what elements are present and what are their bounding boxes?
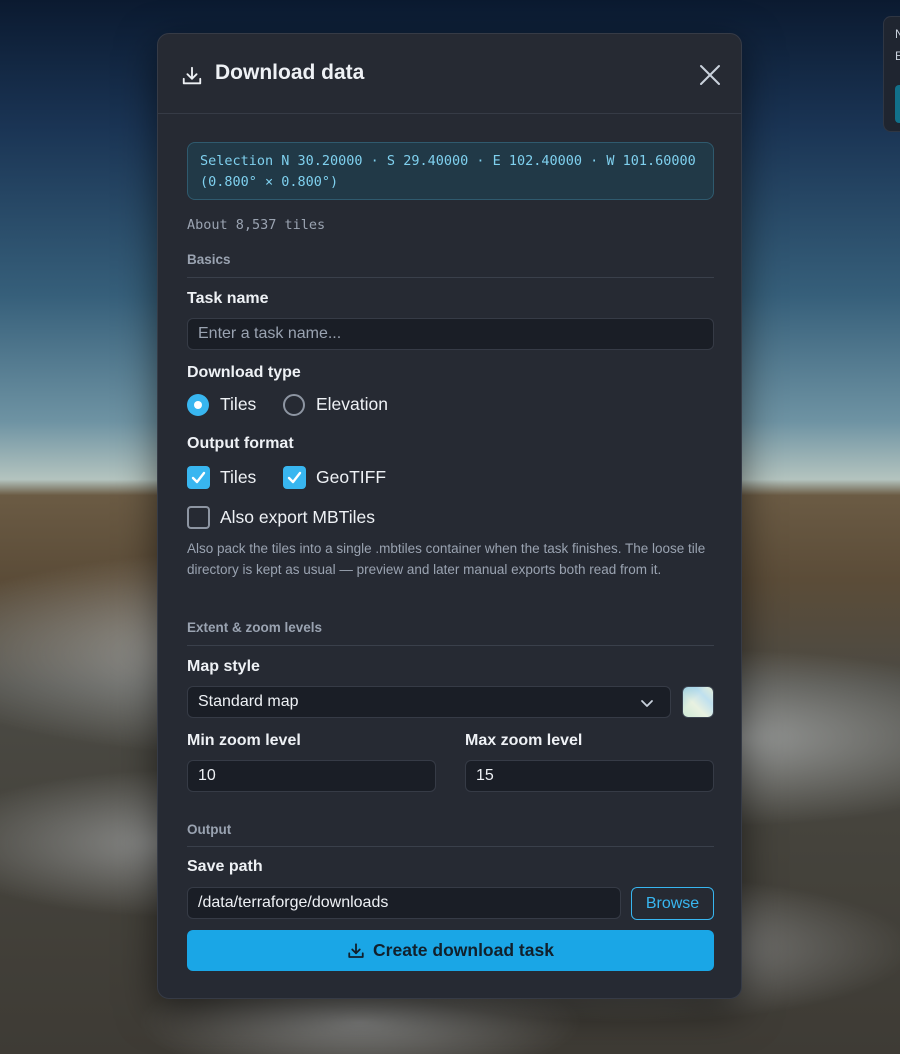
map-info-panel: N E (883, 16, 900, 132)
map-style-value: Standard map (198, 693, 299, 710)
save-path-input[interactable] (187, 887, 621, 919)
divider (187, 277, 714, 278)
map-style-select[interactable]: Standard map (187, 686, 671, 718)
create-download-task-button[interactable]: Create download task (187, 930, 714, 971)
divider (187, 846, 714, 847)
map-style-label: Map style (187, 658, 260, 675)
selection-summary: Selection N 30.20000 · S 29.40000 · E 10… (187, 142, 714, 200)
radio-tiles[interactable] (187, 394, 209, 416)
chevron-down-icon (641, 700, 653, 707)
min-zoom-label: Min zoom level (187, 732, 301, 749)
info-line-2: E (895, 49, 900, 63)
section-basics: Basics (187, 252, 231, 267)
download-icon (182, 66, 202, 85)
task-name-input[interactable] (187, 318, 714, 350)
map-style-thumbnail[interactable] (682, 686, 714, 718)
radio-elevation[interactable] (283, 394, 305, 416)
section-extent: Extent & zoom levels (187, 620, 323, 635)
checkbox-geotiff-label[interactable]: GeoTIFF (316, 467, 386, 488)
mbtiles-help-text: Also pack the tiles into a single .mbtil… (187, 541, 706, 577)
section-output: Output (187, 822, 232, 837)
tile-count: About 8,537 tiles (187, 217, 326, 233)
info-line-1: N (895, 27, 900, 41)
check-icon (191, 471, 206, 484)
min-zoom-input[interactable] (187, 760, 436, 792)
save-path-label: Save path (187, 858, 263, 875)
checkbox-mbtiles[interactable] (187, 506, 210, 529)
max-zoom-input[interactable] (465, 760, 714, 792)
radio-elevation-label[interactable]: Elevation (316, 394, 388, 415)
dialog-header: Download data (158, 34, 741, 114)
browse-button[interactable]: Browse (631, 887, 714, 920)
download-type-label: Download type (187, 364, 301, 381)
create-download-task-label: Create download task (373, 940, 554, 960)
info-panel-button[interactable] (895, 85, 900, 123)
checkbox-geotiff[interactable] (283, 466, 306, 489)
divider (187, 645, 714, 646)
checkbox-tiles[interactable] (187, 466, 210, 489)
dialog-title: Download data (215, 61, 365, 84)
output-format-label: Output format (187, 435, 294, 452)
checkbox-mbtiles-label[interactable]: Also export MBTiles (220, 507, 375, 528)
download-icon (348, 942, 364, 958)
close-icon[interactable] (698, 63, 722, 87)
download-dialog: Download data Selection N 30.20000 · S 2… (157, 33, 742, 999)
checkbox-tiles-label[interactable]: Tiles (220, 467, 256, 488)
radio-tiles-label[interactable]: Tiles (220, 394, 256, 415)
check-icon (287, 471, 302, 484)
max-zoom-label: Max zoom level (465, 732, 583, 749)
task-name-label: Task name (187, 290, 269, 307)
